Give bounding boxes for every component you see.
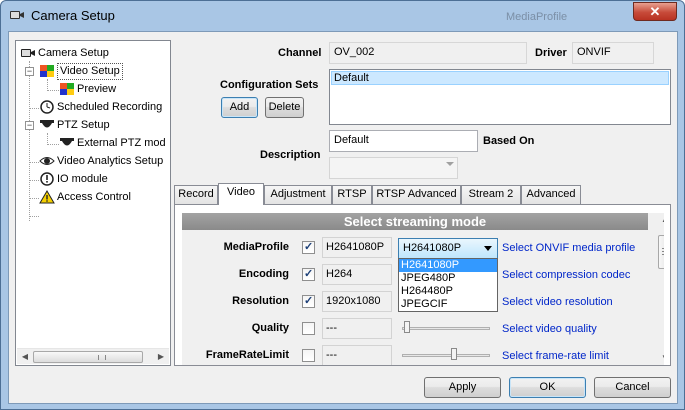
encoding-label: Encoding (238, 268, 289, 280)
close-button[interactable]: ✕ (633, 2, 677, 21)
camera-icon (21, 49, 35, 57)
description-input[interactable]: Default (329, 130, 478, 152)
list-item[interactable]: Default (331, 71, 669, 85)
section-header: Select streaming mode (182, 213, 648, 230)
tree-connector (29, 108, 39, 109)
background-window-title: MediaProfile (506, 11, 568, 23)
video-tab-panel: Select streaming mode MediaProfile ✓ H26… (174, 204, 671, 366)
add-button[interactable]: Add (221, 97, 258, 118)
dialog-body: − − Camera Setup Video Setup Preview Sch… (8, 31, 678, 404)
dropdown-option[interactable]: JPEGCIF (399, 298, 497, 311)
configuration-sets-list[interactable]: Default (329, 69, 671, 125)
dropdown-option[interactable]: H2641080P (399, 259, 497, 272)
resolution-value: 1920x1080 (322, 291, 392, 312)
ok-button[interactable]: OK (509, 377, 586, 398)
quality-value: --- (322, 318, 392, 339)
tab-rtsp[interactable]: RTSP (332, 185, 372, 204)
framerate-limit-label: FrameRateLimit (205, 349, 289, 361)
title-bar: Camera Setup MediaProfile ✕ (1, 1, 684, 31)
channel-field: OV_002 (329, 42, 527, 64)
tab-advanced[interactable]: Advanced (521, 185, 581, 204)
camera-setup-window: Camera Setup MediaProfile ✕ − − Camera S… (0, 0, 685, 410)
tree-connector (29, 216, 39, 217)
quality-slider[interactable] (402, 321, 490, 335)
slider-thumb[interactable] (404, 321, 410, 333)
tab-stream-2[interactable]: Stream 2 (461, 185, 521, 204)
checkmark-icon: ✓ (304, 268, 314, 280)
framerate-limit-value: --- (322, 345, 392, 365)
quality-checkbox[interactable] (302, 322, 315, 335)
video-grid-icon (40, 65, 54, 77)
chevron-down-icon (484, 246, 492, 251)
framerate-limit-checkbox[interactable] (302, 349, 315, 362)
tree-connector (29, 180, 39, 181)
tree-expander-ptz[interactable]: − (25, 121, 34, 130)
streaming-settings-area: Select streaming mode MediaProfile ✓ H26… (182, 213, 664, 365)
tree-expander-video[interactable]: − (25, 67, 34, 76)
camera-icon (10, 11, 24, 19)
dropdown-option[interactable]: H264480P (399, 285, 497, 298)
quality-link[interactable]: Select video quality (502, 323, 597, 335)
tree-horizontal-scrollbar[interactable]: ◀ ▶ (17, 348, 169, 364)
checkmark-icon: ✓ (304, 241, 314, 253)
warning-icon (39, 190, 55, 204)
preview-grid-icon (60, 83, 74, 95)
scroll-thumb[interactable] (658, 235, 664, 269)
driver-field: ONVIF (572, 42, 654, 64)
window-title: Camera Setup (31, 8, 115, 23)
framerate-limit-slider[interactable] (402, 348, 490, 362)
delete-button[interactable]: Delete (265, 97, 304, 118)
tree-connector (29, 61, 30, 221)
mediaprofile-checkbox[interactable]: ✓ (302, 241, 315, 254)
tab-adjustment[interactable]: Adjustment (264, 185, 332, 204)
eye-icon (39, 157, 55, 165)
apply-button[interactable]: Apply (424, 377, 501, 398)
resolution-label: Resolution (232, 295, 289, 307)
tree-connector (29, 162, 39, 163)
exclamation-icon (40, 172, 54, 186)
tree-connector (29, 198, 39, 199)
mediaprofile-label: MediaProfile (223, 241, 289, 253)
scroll-thumb[interactable] (33, 351, 143, 363)
chevron-down-icon (446, 162, 454, 166)
framerate-limit-link[interactable]: Select frame-rate limit (502, 350, 609, 362)
resolution-checkbox[interactable]: ✓ (302, 295, 315, 308)
scroll-right-arrow-icon[interactable]: ▶ (155, 351, 167, 363)
checkmark-icon: ✓ (304, 295, 314, 307)
encoding-checkbox[interactable]: ✓ (302, 268, 315, 281)
encoding-value: H264 (322, 264, 392, 285)
mediaprofile-combo[interactable]: H2641080P (398, 238, 498, 259)
mediaprofile-link[interactable]: Select ONVIF media profile (502, 242, 635, 254)
slider-thumb[interactable] (451, 348, 457, 360)
setup-tree: − − Camera Setup Video Setup Preview Sch… (15, 40, 171, 366)
settings-vertical-scrollbar[interactable]: ▲ ▼ (657, 213, 664, 365)
scroll-left-arrow-icon[interactable]: ◀ (19, 351, 31, 363)
clock-icon (40, 100, 54, 114)
quality-label: Quality (251, 322, 289, 334)
resolution-link[interactable]: Select video resolution (502, 296, 613, 308)
configuration-sets-label: Configuration Sets (220, 79, 319, 91)
mediaprofile-value: H2641080P (322, 237, 392, 258)
channel-label: Channel (278, 47, 322, 59)
description-label: Description (260, 149, 321, 161)
dome-camera-icon (60, 138, 74, 146)
scroll-up-arrow-icon[interactable]: ▲ (659, 215, 664, 225)
tree-connector (47, 144, 59, 145)
dropdown-option[interactable]: JPEG480P (399, 272, 497, 285)
tree-connector (47, 90, 59, 91)
driver-label: Driver (535, 47, 567, 59)
encoding-link[interactable]: Select compression codec (502, 269, 630, 281)
cancel-button[interactable]: Cancel (594, 377, 671, 398)
based-on-combo[interactable] (329, 157, 458, 179)
based-on-label: Based On (483, 135, 535, 147)
tab-video[interactable]: Video (218, 183, 264, 205)
dome-camera-icon (40, 120, 54, 128)
tab-record[interactable]: Record (174, 185, 218, 204)
mediaprofile-dropdown: H2641080P JPEG480P H264480P JPEGCIF (398, 258, 498, 312)
close-icon: ✕ (649, 4, 661, 19)
tab-rtsp-advanced[interactable]: RTSP Advanced (372, 185, 461, 204)
scroll-down-arrow-icon[interactable]: ▼ (659, 353, 664, 363)
